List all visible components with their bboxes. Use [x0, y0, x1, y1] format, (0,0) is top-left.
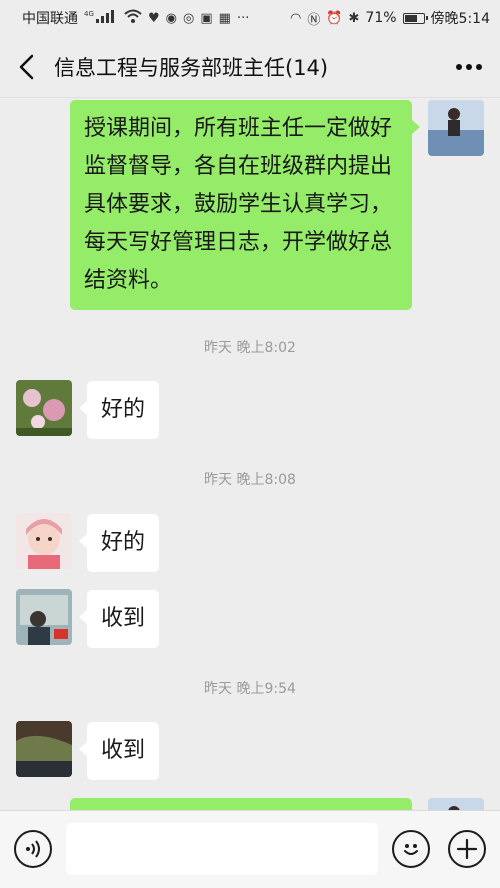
member-avatar[interactable]: [16, 721, 72, 777]
app-icon: ▣: [200, 10, 213, 26]
self-avatar[interactable]: [428, 100, 484, 156]
clock: 傍晚5:14: [430, 11, 490, 27]
message-input[interactable]: [66, 823, 378, 875]
status-left: 中国联通 4G ♥ ◉ ◎ ▣ ▦ ···: [22, 8, 249, 28]
message-text: 收到: [101, 606, 146, 631]
more-notifications-icon: ···: [236, 10, 250, 26]
chat-title: 信息工程与服务部班主任(14): [54, 55, 329, 80]
wifi-icon: [124, 9, 142, 27]
message-bubble-incoming[interactable]: 收到: [78, 722, 160, 780]
message-bubble-outgoing[interactable]: 授课期间，所有班主任一定做好监督督导，各自在班级群内提出具体要求，鼓励学生认真学…: [70, 100, 420, 310]
timestamp: 昨天 晚上9:54: [204, 681, 296, 697]
browser-icon: ◎: [183, 10, 195, 26]
chat-header: 信息工程与服务部班主任(14): [0, 36, 500, 98]
signal-icon: 4G: [84, 9, 118, 27]
headset-icon: ◠: [289, 10, 302, 26]
message-bubble-incoming[interactable]: 好的: [78, 514, 160, 572]
member-avatar[interactable]: [16, 513, 72, 569]
ellipsis-icon: [456, 63, 482, 70]
battery-fill: [404, 14, 418, 22]
timestamp: 昨天 晚上8:02: [204, 340, 296, 356]
voice-icon: [26, 840, 40, 858]
message-text: 收到: [101, 738, 146, 763]
battery-percentage: 71%: [365, 10, 397, 26]
input-bar: [0, 810, 500, 888]
timestamp: 昨天 晚上8:08: [204, 472, 296, 488]
self-avatar[interactable]: [428, 798, 484, 810]
status-bar: 中国联通 4G ♥ ◉ ◎ ▣ ▦ ··· ◠ Ⓝ ⏰ ✱ 71% 傍晚5:14: [0, 0, 500, 36]
network-type-label: 4G: [84, 10, 94, 18]
alarm-icon: ⏰: [326, 10, 343, 26]
more-button[interactable]: [438, 36, 500, 98]
bluetooth-icon: ✱: [348, 10, 360, 26]
plus-icon: [456, 838, 478, 860]
message-list[interactable]: 授课期间，所有班主任一定做好监督督导，各自在班级群内提出具体要求，鼓励学生认真学…: [0, 98, 500, 810]
heart-icon: ♥: [148, 10, 160, 26]
carrier-label: 中国联通: [22, 11, 78, 27]
app-notification-icon: ◉: [165, 10, 177, 26]
add-button[interactable]: [448, 830, 486, 868]
message-text: 好的: [101, 397, 146, 422]
nfc-icon: Ⓝ: [307, 12, 321, 28]
message-text: 好的: [101, 530, 146, 555]
chevron-left-icon: [19, 54, 34, 79]
voice-button[interactable]: [14, 830, 52, 868]
member-avatar[interactable]: [16, 380, 72, 436]
emoji-icon: [404, 844, 418, 855]
calendar-icon: ▦: [218, 10, 231, 26]
message-bubble-incoming[interactable]: 好的: [78, 381, 160, 439]
battery-icon: [402, 12, 428, 24]
emoji-button[interactable]: [392, 830, 430, 868]
member-avatar[interactable]: [16, 589, 72, 645]
message-text: 授课期间，所有班主任一定做好监督督导，各自在班级群内提出具体要求，鼓励学生认真学…: [84, 116, 393, 293]
status-right: ◠ Ⓝ ⏰ ✱ 71% 傍晚5:14: [290, 8, 490, 28]
message-bubble-outgoing-partial[interactable]: [70, 798, 412, 810]
message-bubble-incoming[interactable]: 收到: [78, 590, 160, 648]
back-button[interactable]: [0, 36, 54, 98]
